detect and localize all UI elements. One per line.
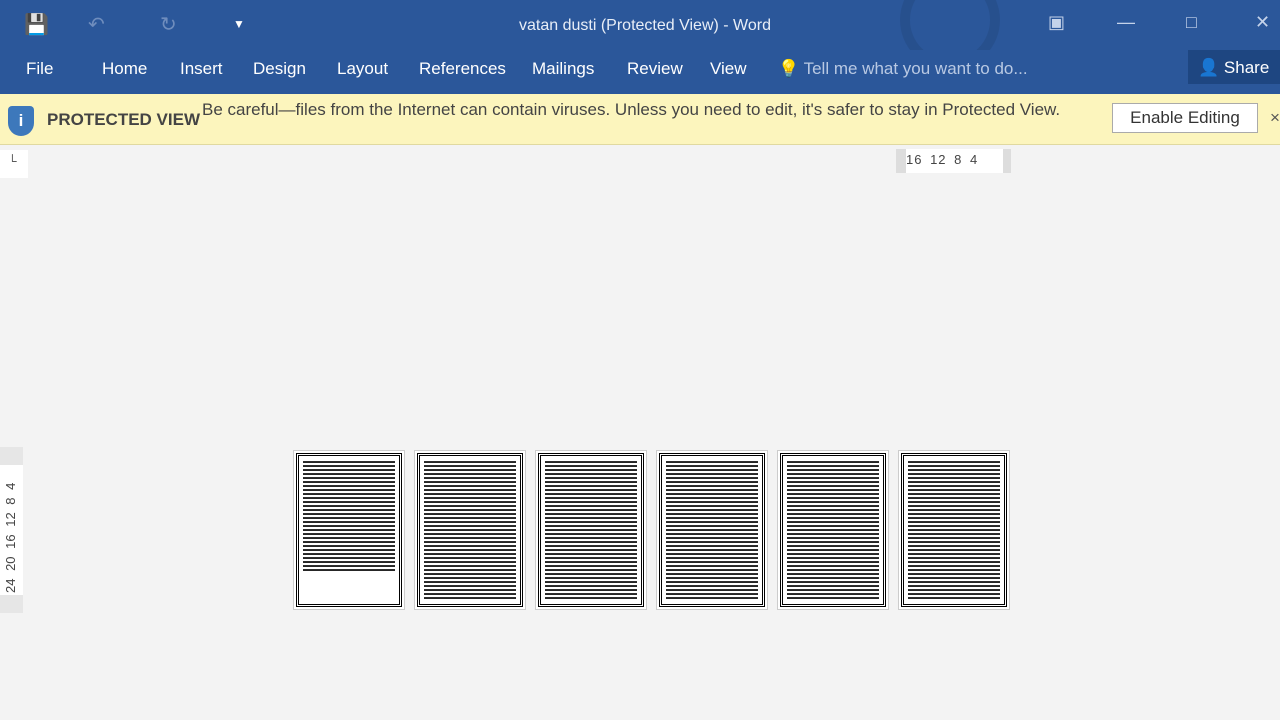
horizontal-ruler[interactable]: 16 12 8 4 <box>896 149 1011 173</box>
page-thumbnail-6[interactable] <box>898 450 1010 610</box>
maximize-icon[interactable]: □ <box>1186 12 1197 33</box>
tab-review[interactable]: Review <box>627 59 683 79</box>
tab-home[interactable]: Home <box>102 59 147 79</box>
person-add-icon: 👤 <box>1198 58 1220 77</box>
protected-view-label: PROTECTED VIEW <box>47 110 201 129</box>
tab-design[interactable]: Design <box>253 59 306 79</box>
ribbon-tabs: File Home Insert Design Layout Reference… <box>0 50 1280 94</box>
shield-info-icon: i <box>8 106 34 136</box>
tab-references[interactable]: References <box>419 59 506 79</box>
vertical-ruler[interactable]: 24 20 16 12 8 4 <box>0 447 23 613</box>
protected-view-bar: i PROTECTED VIEW Be careful—files from t… <box>0 94 1280 145</box>
ruler-labels: 24 20 16 12 8 4 <box>3 482 18 593</box>
share-label: Share <box>1223 58 1270 77</box>
title-bar: 💾 ↶ ↻ ▼ vatan dusti (Protected View) - W… <box>0 0 1280 70</box>
window-title: vatan dusti (Protected View) - Word <box>519 17 771 34</box>
lightbulb-icon: 💡 <box>778 59 800 78</box>
tab-mailings[interactable]: Mailings <box>532 59 594 79</box>
tab-file[interactable]: File <box>26 59 53 79</box>
close-icon[interactable]: ✕ <box>1255 12 1270 33</box>
page-thumbnail-3[interactable] <box>535 450 647 610</box>
close-bar-icon[interactable]: × <box>1270 108 1280 128</box>
protected-view-message: Be careful—files from the Internet can c… <box>202 100 1061 119</box>
tab-insert[interactable]: Insert <box>180 59 223 79</box>
ribbon-display-icon[interactable]: ▣ <box>1048 12 1065 33</box>
page-thumbnail-5[interactable] <box>777 450 889 610</box>
ruler-labels: 16 12 8 4 <box>906 152 979 167</box>
minimize-icon[interactable]: — <box>1117 12 1135 33</box>
page-thumbnail-4[interactable] <box>656 450 768 610</box>
share-button[interactable]: 👤 Share <box>1188 50 1280 84</box>
tab-selector[interactable]: └ <box>0 150 28 178</box>
tab-view[interactable]: View <box>710 59 747 79</box>
enable-editing-button[interactable]: Enable Editing <box>1112 103 1258 133</box>
page-thumbnail-2[interactable] <box>414 450 526 610</box>
tell-me-search[interactable]: 💡 Tell me what you want to do... <box>778 59 1028 79</box>
tell-me-text: Tell me what you want to do... <box>803 59 1028 78</box>
tab-layout[interactable]: Layout <box>337 59 388 79</box>
page-thumbnail-1[interactable] <box>293 450 405 610</box>
